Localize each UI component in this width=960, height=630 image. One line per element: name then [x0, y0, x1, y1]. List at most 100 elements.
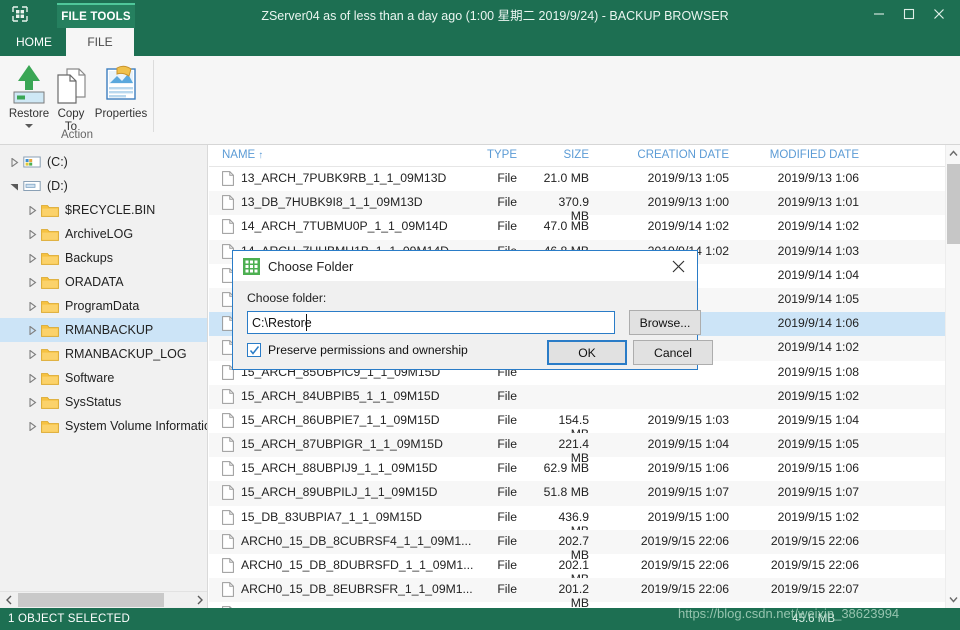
- table-row[interactable]: 14_ARCH_7TUBMU0P_1_1_09M14D File 47.0 MB 20…: [209, 215, 945, 239]
- ribbon-group-action: Restore Copy To Properties Action: [0, 56, 154, 145]
- tree-item[interactable]: RMANBACKUP: [0, 318, 207, 342]
- tree-item-label: RMANBACKUP_LOG: [65, 347, 187, 361]
- table-row[interactable]: 15_ARCH_89UBPILJ_1_1_09M15D File 51.8 MB 20…: [209, 481, 945, 506]
- tree-item[interactable]: RMANBACKUP_LOG: [0, 342, 207, 366]
- maximize-button[interactable]: [894, 1, 924, 27]
- expand-collapse-icon-collapsed[interactable]: [26, 300, 39, 313]
- checkbox-box[interactable]: [247, 343, 261, 357]
- cell-creation-date: 2019/9/13 1:05: [647, 171, 729, 185]
- table-row[interactable]: 15_ARCH_86UBPIE7_1_1_09M15DFile154.5 MB2…: [209, 409, 945, 441]
- folder-path-input[interactable]: [247, 311, 615, 334]
- file-icon: [222, 509, 234, 525]
- tab-home[interactable]: HOME: [5, 28, 63, 56]
- table-row[interactable]: 15_ARCH_87UBPIGR_1_1_09M15D File 221.4 MB 2…: [209, 433, 945, 465]
- table-row[interactable]: ARCH0_15_DB_8DUBRSFD_1_1_09M1... File 202.…: [209, 554, 945, 586]
- ok-button[interactable]: OK: [547, 340, 627, 365]
- expand-collapse-icon-collapsed[interactable]: [26, 396, 39, 409]
- table-row[interactable]: ARCH0_15_DB_8EUBRSFR_1_1_09M1... File 201.…: [209, 578, 945, 608]
- file-list-rows: 13_ARCH_7PUBK9RB_1_1_09M13D File 21.0 MB 20…: [209, 167, 945, 608]
- tree-item-label: ProgramData: [65, 299, 140, 313]
- folder-icon: [40, 250, 60, 266]
- column-header-name[interactable]: NAME ↑: [222, 149, 263, 161]
- tree-horizontal-scrollbar[interactable]: [0, 591, 207, 608]
- cell-modified-date: 2019/9/14 1:02: [777, 219, 859, 234]
- cell-modified-date: 2019/9/14 1:02: [777, 340, 859, 355]
- column-header-size[interactable]: SIZE: [539, 149, 589, 161]
- tree-item[interactable]: ProgramData: [0, 294, 207, 318]
- file-icon: [222, 582, 234, 598]
- scroll-right-icon[interactable]: [191, 592, 207, 608]
- expand-collapse-icon-expanded[interactable]: [8, 180, 21, 193]
- expand-collapse-icon-collapsed[interactable]: [26, 372, 39, 385]
- tree-scroll-thumb[interactable]: [18, 593, 164, 607]
- tree-item[interactable]: ORADATA: [0, 270, 207, 294]
- close-button[interactable]: [924, 1, 954, 27]
- tree-item[interactable]: $RECYCLE.BIN: [0, 198, 207, 222]
- expand-collapse-icon-collapsed[interactable]: [26, 276, 39, 289]
- file-list-scroll-thumb[interactable]: [947, 164, 960, 244]
- expand-collapse-icon-collapsed[interactable]: [26, 204, 39, 217]
- scroll-up-icon[interactable]: [946, 145, 960, 162]
- cell-type: File: [497, 461, 517, 476]
- cell-creation-date: 2019/9/15 22:06: [640, 533, 729, 548]
- tree-item[interactable]: (D:): [0, 174, 207, 198]
- scroll-down-icon[interactable]: [946, 591, 960, 608]
- contextual-tab-file-tools[interactable]: FILE TOOLS: [57, 3, 135, 28]
- properties-button-label: Properties: [94, 108, 148, 120]
- dialog-close-button[interactable]: [663, 253, 693, 279]
- table-row[interactable]: 13_ARCH_7PUBK9RB_1_1_09M13D File 21.0 MB 20…: [209, 167, 945, 191]
- text-cursor: [306, 314, 307, 331]
- tree-item[interactable]: Backups: [0, 246, 207, 270]
- cell-size: 51.8 MB: [543, 485, 589, 500]
- check-icon: [249, 345, 259, 355]
- drive-c-icon: [22, 154, 42, 170]
- expand-collapse-icon-collapsed[interactable]: [26, 324, 39, 337]
- tree-item[interactable]: SysStatus: [0, 390, 207, 414]
- tab-file[interactable]: FILE: [66, 28, 134, 56]
- expand-collapse-icon-collapsed[interactable]: [26, 228, 39, 241]
- browse-button[interactable]: Browse...: [629, 310, 701, 335]
- cell-name: 15_ARCH_86UBPIE7_1_1_09M15D: [241, 412, 440, 427]
- expand-collapse-icon-collapsed[interactable]: [26, 420, 39, 433]
- expand-collapse-icon-collapsed[interactable]: [26, 348, 39, 361]
- tree-item[interactable]: System Volume Information: [0, 414, 208, 438]
- folder-icon: [40, 322, 60, 338]
- tree-item[interactable]: Software: [0, 366, 207, 390]
- file-icon: [222, 219, 234, 235]
- cell-type: File: [497, 509, 517, 524]
- column-header-type[interactable]: TYPE: [469, 149, 517, 161]
- cell-creation-date: 2019/9/15 1:04: [647, 437, 729, 452]
- tree-item[interactable]: ArchiveLOG: [0, 222, 207, 246]
- restore-button[interactable]: Restore: [5, 59, 53, 128]
- expand-collapse-icon-collapsed[interactable]: [8, 156, 21, 169]
- cell-type: File: [497, 388, 517, 403]
- column-header-creation-date[interactable]: CREATION DATE: [609, 149, 729, 161]
- cell-modified-date: 2019/9/15 1:04: [777, 412, 859, 427]
- cell-creation-date: 2019/9/15 22:06: [640, 582, 729, 597]
- copy-to-line1: Copy: [57, 108, 85, 120]
- cell-modified-date: 2019/9/15 1:02: [777, 388, 859, 403]
- drive-d-icon: [22, 178, 42, 194]
- minimize-button[interactable]: [864, 1, 894, 27]
- cell-modified-date: 2019/9/13 1:06: [777, 171, 859, 185]
- properties-button[interactable]: Properties: [90, 59, 152, 121]
- preserve-permissions-checkbox[interactable]: Preserve permissions and ownership: [247, 343, 468, 357]
- tree-item-label: System Volume Information: [65, 419, 208, 433]
- file-list-vertical-scrollbar[interactable]: [945, 145, 960, 608]
- expand-collapse-icon-collapsed[interactable]: [26, 252, 39, 265]
- table-row[interactable]: 15_DB_83UBPIA7_1_1_09M15DFile436.9 MB201…: [209, 506, 945, 538]
- table-row[interactable]: 15_ARCH_84UBPIB5_1_1_09M15D File 2019/9/15…: [209, 384, 945, 409]
- table-row[interactable]: ARCH0_15_DB_8CUBRSF4_1_1_09M1... File 202.…: [209, 529, 945, 562]
- table-row[interactable]: 15_ARCH_88UBPIJ9_1_1_09M15D File 62.9 MB 20…: [209, 457, 945, 481]
- column-header-modified-date[interactable]: MODIFIED DATE: [739, 149, 859, 161]
- scroll-left-icon[interactable]: [0, 592, 17, 608]
- table-row[interactable]: 13_DB_7HUBK9I8_1_1_09M13D File 370.9 MB 201…: [209, 191, 945, 223]
- copy-to-button[interactable]: Copy To: [53, 59, 89, 134]
- cell-size: 62.9 MB: [543, 461, 589, 476]
- cell-modified-date: 2019/9/15 22:07: [770, 582, 859, 597]
- tree-item[interactable]: (C:): [0, 150, 207, 174]
- cell-modified-date: 2019/9/14 1:04: [777, 267, 859, 282]
- chevron-down-icon[interactable]: [25, 124, 33, 128]
- cell-creation-date: 2019/9/15 1:07: [647, 485, 729, 500]
- cancel-button[interactable]: Cancel: [633, 340, 713, 365]
